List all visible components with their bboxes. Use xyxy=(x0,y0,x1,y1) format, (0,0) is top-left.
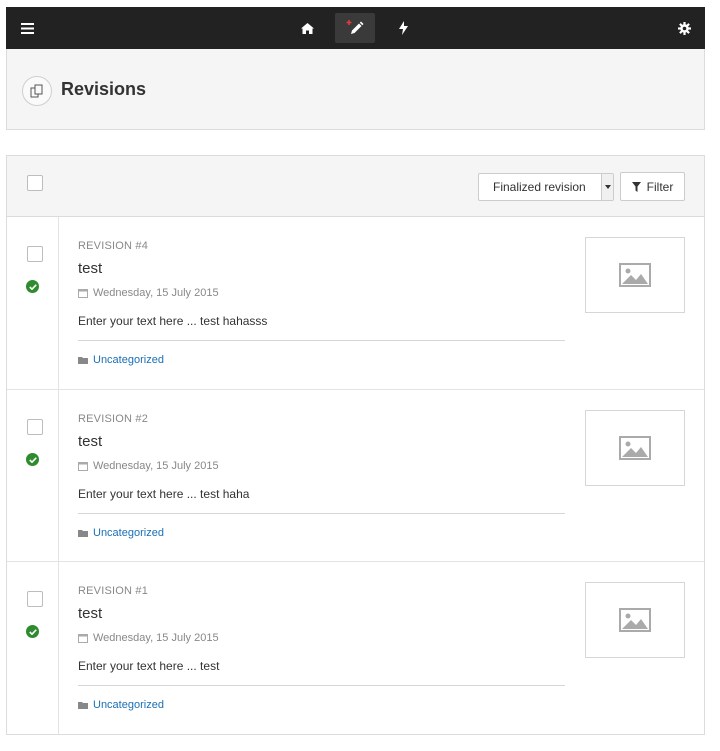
revision-title[interactable]: test xyxy=(78,433,102,450)
revision-title[interactable]: test xyxy=(78,605,102,622)
revision-date: Wednesday, 15 July 2015 xyxy=(78,287,219,299)
filter-button[interactable]: Filter xyxy=(620,172,685,201)
divider xyxy=(78,340,565,341)
activity-button[interactable] xyxy=(384,7,422,49)
revision-thumbnail xyxy=(585,582,685,658)
page-title: Revisions xyxy=(61,79,147,99)
revision-label: REVISION #1 xyxy=(78,585,149,597)
category-link[interactable]: Uncategorized xyxy=(93,527,164,539)
row-gutter xyxy=(7,562,59,735)
revision-row: REVISION #2 test Wednesday, 15 July 2015… xyxy=(7,390,704,562)
folder-icon xyxy=(78,529,88,537)
image-placeholder-icon xyxy=(619,263,651,287)
page-header: Revisions xyxy=(6,49,705,130)
divider xyxy=(78,513,565,514)
revision-category: Uncategorized xyxy=(78,699,164,711)
category-link[interactable]: Uncategorized xyxy=(93,354,164,366)
caret-down-icon xyxy=(601,174,613,200)
gear-icon xyxy=(677,21,691,35)
status-select-value: Finalized revision xyxy=(493,180,586,194)
menu-icon xyxy=(20,22,34,34)
revision-thumbnail xyxy=(585,410,685,486)
folder-icon xyxy=(78,701,88,709)
compose-icon xyxy=(346,20,364,34)
revision-title[interactable]: test xyxy=(78,260,102,277)
revision-excerpt: Enter your text here ... test hahasss xyxy=(78,314,268,328)
home-button[interactable] xyxy=(288,7,326,49)
filter-label: Filter xyxy=(646,179,674,194)
menu-button[interactable] xyxy=(6,7,48,49)
revision-excerpt: Enter your text here ... test haha xyxy=(78,487,250,501)
bolt-icon xyxy=(398,21,408,35)
revision-label: REVISION #2 xyxy=(78,413,149,425)
revision-date: Wednesday, 15 July 2015 xyxy=(78,632,219,644)
home-icon xyxy=(300,22,314,34)
check-circle-icon xyxy=(26,280,39,293)
calendar-icon xyxy=(78,634,88,643)
revision-category: Uncategorized xyxy=(78,354,164,366)
settings-button[interactable] xyxy=(664,7,704,49)
revision-date-text: Wednesday, 15 July 2015 xyxy=(93,287,219,299)
calendar-icon xyxy=(78,289,88,298)
check-circle-icon xyxy=(26,625,39,638)
compose-button[interactable] xyxy=(335,13,375,43)
calendar-icon xyxy=(78,462,88,471)
image-placeholder-icon xyxy=(619,608,651,632)
revision-label: REVISION #4 xyxy=(78,240,149,252)
revision-row: REVISION #4 test Wednesday, 15 July 2015… xyxy=(7,217,704,390)
row-gutter xyxy=(7,217,59,389)
folder-icon xyxy=(78,356,88,364)
revision-category: Uncategorized xyxy=(78,527,164,539)
revision-thumbnail xyxy=(585,237,685,313)
image-placeholder-icon xyxy=(619,436,651,460)
row-gutter xyxy=(7,390,59,561)
filter-icon xyxy=(631,181,641,192)
revision-excerpt: Enter your text here ... test xyxy=(78,659,220,673)
revision-row: REVISION #1 test Wednesday, 15 July 2015… xyxy=(7,562,704,735)
select-all-checkbox[interactable] xyxy=(27,175,43,191)
revision-date-text: Wednesday, 15 July 2015 xyxy=(93,460,219,472)
category-link[interactable]: Uncategorized xyxy=(93,699,164,711)
revisions-icon xyxy=(22,76,52,106)
row-checkbox[interactable] xyxy=(27,246,43,262)
revision-date-text: Wednesday, 15 July 2015 xyxy=(93,632,219,644)
revision-date: Wednesday, 15 July 2015 xyxy=(78,460,219,472)
list-toolbar: Finalized revision Filter xyxy=(7,156,704,217)
row-checkbox[interactable] xyxy=(27,591,43,607)
row-checkbox[interactable] xyxy=(27,419,43,435)
revisions-panel: Finalized revision Filter REVISION #4 te… xyxy=(6,155,705,735)
status-select[interactable]: Finalized revision xyxy=(478,173,614,201)
top-navbar xyxy=(6,7,705,49)
divider xyxy=(78,685,565,686)
check-circle-icon xyxy=(26,453,39,466)
